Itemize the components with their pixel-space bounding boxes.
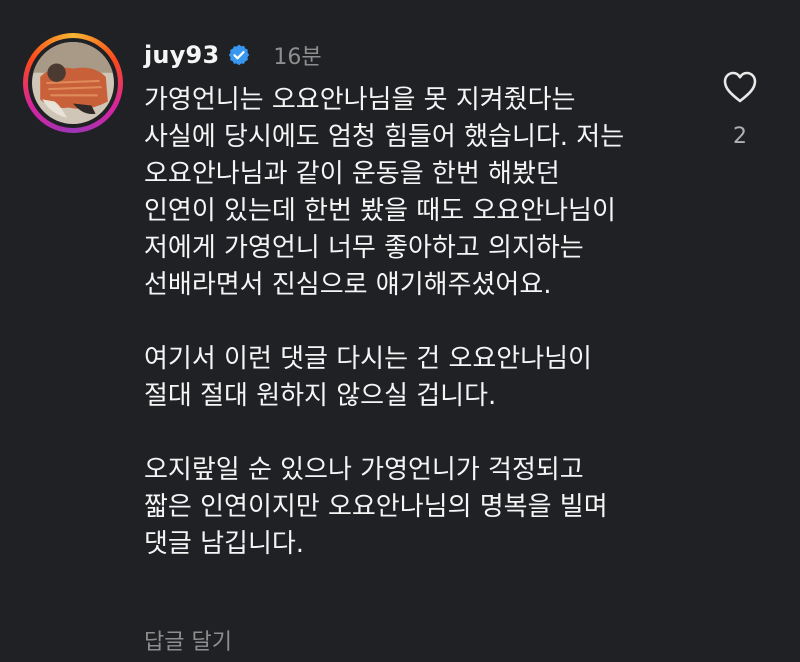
comment-line: 인연이 있는데 한번 봤을 때도 오요안나님이 [144, 196, 616, 226]
reply-button[interactable]: 답글 달기 [144, 624, 232, 656]
comment-line: 오요안나님과 같이 운동을 한번 해봤던 [144, 159, 560, 189]
comment-line: 댓글 남깁니다. [144, 529, 305, 559]
story-ring[interactable] [23, 33, 123, 133]
comment-line: 선배라면서 진심으로 얘기해주셨어요. [144, 270, 552, 300]
avatar[interactable] [32, 42, 114, 124]
comment-line: 가영언니는 오요안나님을 못 지켜줬다는 [144, 85, 576, 115]
comment-line: 절대 절대 원하지 않으실 겁니다. [144, 381, 497, 411]
comment-timestamp: 16분 [273, 45, 322, 70]
comment-line: 저에게 가영언니 너무 좋아하고 의지하는 [144, 233, 584, 263]
like-control: 2 [718, 70, 762, 149]
comment-paragraph: 가영언니는 오요안나님을 못 지켜줬다는 사실에 당시에도 엄청 힘들어 했습니… [144, 82, 704, 304]
comment: juy93 16분 가영언니는 오요안나님을 못 지켜줬다는 사실에 당시에도 … [0, 0, 800, 662]
comment-line: 여기서 이런 댓글 다시는 건 오요안나님이 [144, 344, 592, 374]
username[interactable]: juy93 [144, 41, 219, 69]
comment-header: juy93 16분 [144, 36, 322, 74]
comment-line: 사실에 당시에도 엄청 힘들어 했습니다. 저는 [144, 122, 625, 152]
avatar-image [32, 42, 114, 124]
comment-line: 오지랖일 순 있으나 가영언니가 걱정되고 [144, 455, 584, 485]
verified-badge-icon [227, 43, 251, 67]
comment-paragraph: 오지랖일 순 있으나 가영언니가 걱정되고 짧은 인연이지만 오요안나님의 명복… [144, 452, 704, 563]
comment-text: 가영언니는 오요안나님을 못 지켜줬다는 사실에 당시에도 엄청 힘들어 했습니… [144, 82, 704, 563]
comment-line: 짧은 인연이지만 오요안나님의 명복을 빌며 [144, 492, 608, 522]
like-count: 2 [733, 124, 747, 149]
comment-paragraph: 여기서 이런 댓글 다시는 건 오요안나님이 절대 절대 원하지 않으실 겁니다… [144, 341, 704, 415]
heart-icon[interactable] [722, 70, 758, 104]
